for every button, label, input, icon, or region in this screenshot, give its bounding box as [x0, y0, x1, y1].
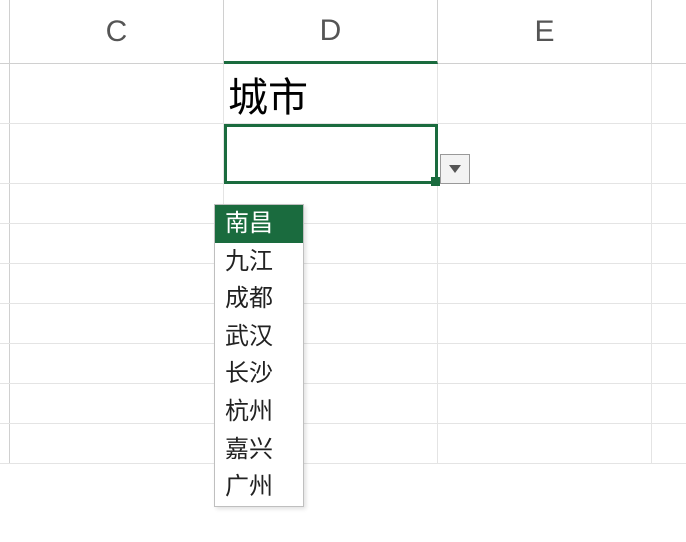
cell-e4[interactable] — [438, 224, 652, 263]
cell-c4[interactable] — [10, 224, 224, 263]
row-7 — [0, 344, 686, 384]
dropdown-option-3[interactable]: 武汉 — [215, 318, 303, 356]
cell-e6[interactable] — [438, 304, 652, 343]
cell-c5[interactable] — [10, 264, 224, 303]
dropdown-option-4[interactable]: 长沙 — [215, 355, 303, 393]
cell-e9[interactable] — [438, 424, 652, 463]
row-stub — [0, 64, 10, 123]
dropdown-option-0[interactable]: 南昌 — [215, 205, 303, 243]
cell-e7[interactable] — [438, 344, 652, 383]
cell-c1[interactable] — [10, 64, 224, 123]
row-6 — [0, 304, 686, 344]
selected-cell-d2[interactable] — [224, 124, 438, 184]
chevron-down-icon — [448, 164, 462, 174]
row-9 — [0, 424, 686, 464]
col-header-e[interactable]: E — [438, 0, 652, 63]
row-8 — [0, 384, 686, 424]
dropdown-option-6[interactable]: 嘉兴 — [215, 431, 303, 469]
column-headers: C D E — [0, 0, 686, 64]
dropdown-option-5[interactable]: 杭州 — [215, 393, 303, 431]
dropdown-option-7[interactable]: 广州 — [215, 468, 303, 506]
dropdown-option-1[interactable]: 九江 — [215, 243, 303, 281]
col-header-d[interactable]: D — [224, 0, 438, 64]
dropdown-option-2[interactable]: 成都 — [215, 280, 303, 318]
cell-c2[interactable] — [10, 124, 224, 183]
cell-e2[interactable] — [438, 124, 652, 183]
cell-c7[interactable] — [10, 344, 224, 383]
fill-handle[interactable] — [431, 177, 440, 186]
cell-c3[interactable] — [10, 184, 224, 223]
row-stub — [0, 124, 10, 183]
corner-stub — [0, 0, 10, 63]
spreadsheet: C D E 城市 南昌 — [0, 0, 686, 542]
cell-e5[interactable] — [438, 264, 652, 303]
row-3 — [0, 184, 686, 224]
cell-e3[interactable] — [438, 184, 652, 223]
cell-e8[interactable] — [438, 384, 652, 423]
data-validation-dropdown-list[interactable]: 南昌 九江 成都 武汉 长沙 杭州 嘉兴 广州 — [214, 204, 304, 507]
row-5 — [0, 264, 686, 304]
data-validation-dropdown-button[interactable] — [440, 154, 470, 184]
cell-c9[interactable] — [10, 424, 224, 463]
cell-d1-text: 城市 — [228, 66, 436, 122]
cell-e1[interactable] — [438, 64, 652, 123]
cell-c6[interactable] — [10, 304, 224, 343]
cell-c8[interactable] — [10, 384, 224, 423]
row-4 — [0, 224, 686, 264]
col-header-c[interactable]: C — [10, 0, 224, 63]
